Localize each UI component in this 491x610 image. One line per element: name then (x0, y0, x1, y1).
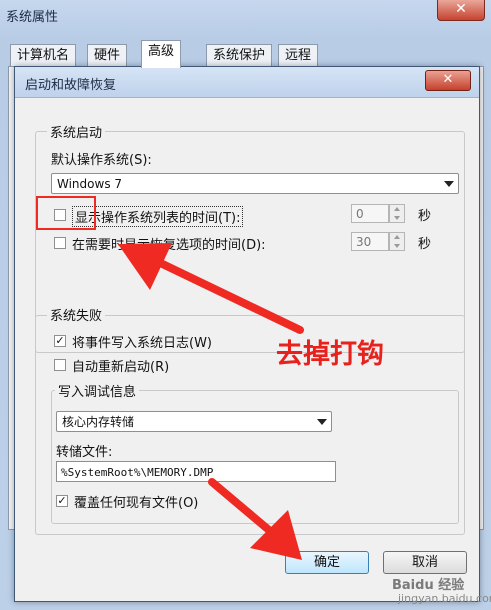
arrow-overlay (118, 243, 304, 560)
watermark-url: jingyan.baidu.com (398, 592, 491, 605)
tab-advanced[interactable]: 高级 (141, 40, 182, 68)
annotation-text: 去掉打钩 (276, 339, 384, 370)
arrow-icon (118, 243, 304, 334)
watermark-logo: Baidu 经验 (392, 578, 465, 593)
arrow-icon (208, 478, 302, 560)
